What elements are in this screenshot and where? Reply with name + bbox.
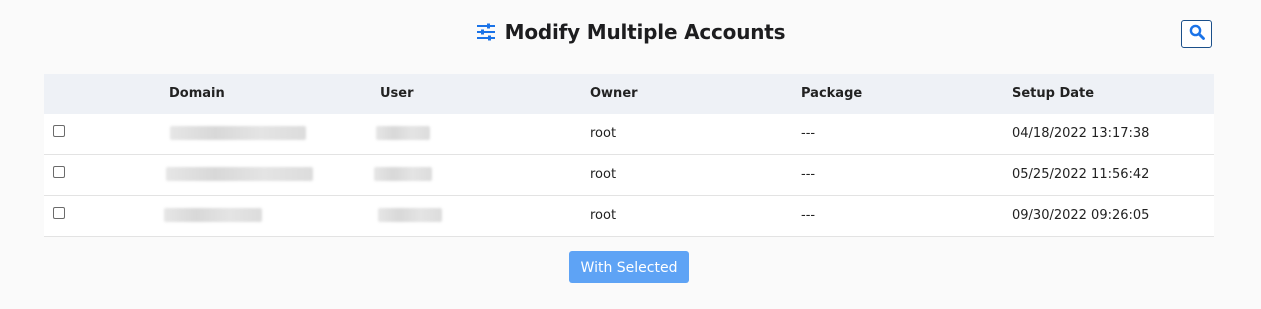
setup-date-cell: 05/25/2022 11:56:42 <box>1012 167 1150 182</box>
column-header-owner[interactable]: Owner <box>590 74 638 114</box>
package-cell: --- <box>801 208 816 223</box>
column-header-domain[interactable]: Domain <box>169 74 225 114</box>
table-row: root --- 05/25/2022 11:56:42 <box>44 155 1214 196</box>
owner-cell: root <box>590 126 617 141</box>
setup-date-cell: 04/18/2022 13:17:38 <box>1012 126 1150 141</box>
table-header: Domain User Owner Package Setup Date <box>44 74 1214 114</box>
search-button[interactable] <box>1181 20 1212 48</box>
owner-cell: root <box>590 208 617 223</box>
accounts-table: Domain User Owner Package Setup Date roo… <box>44 74 1214 237</box>
setup-date-cell: 09/30/2022 09:26:05 <box>1012 208 1150 223</box>
redacted-domain <box>170 126 306 140</box>
sliders-icon <box>476 22 496 42</box>
table-row: root --- 09/30/2022 09:26:05 <box>44 196 1214 237</box>
package-cell: --- <box>801 126 816 141</box>
modify-accounts-page: Modify Multiple Accounts Domain User Own… <box>0 0 1261 309</box>
search-icon <box>1189 24 1205 44</box>
column-header-package[interactable]: Package <box>801 74 862 114</box>
with-selected-button[interactable]: With Selected <box>569 251 689 283</box>
page-title: Modify Multiple Accounts <box>504 20 786 44</box>
column-header-setup-date[interactable]: Setup Date <box>1012 74 1094 114</box>
page-header: Modify Multiple Accounts <box>0 20 1261 44</box>
redacted-user <box>376 126 430 140</box>
table-row: root --- 04/18/2022 13:17:38 <box>44 114 1214 155</box>
row-checkbox[interactable] <box>53 207 65 219</box>
redacted-user <box>374 167 432 181</box>
row-checkbox[interactable] <box>53 125 65 137</box>
row-checkbox[interactable] <box>53 166 65 178</box>
redacted-domain <box>164 208 262 222</box>
redacted-user <box>378 208 442 222</box>
redacted-domain <box>166 167 313 181</box>
package-cell: --- <box>801 167 816 182</box>
column-header-user[interactable]: User <box>380 74 414 114</box>
owner-cell: root <box>590 167 617 182</box>
